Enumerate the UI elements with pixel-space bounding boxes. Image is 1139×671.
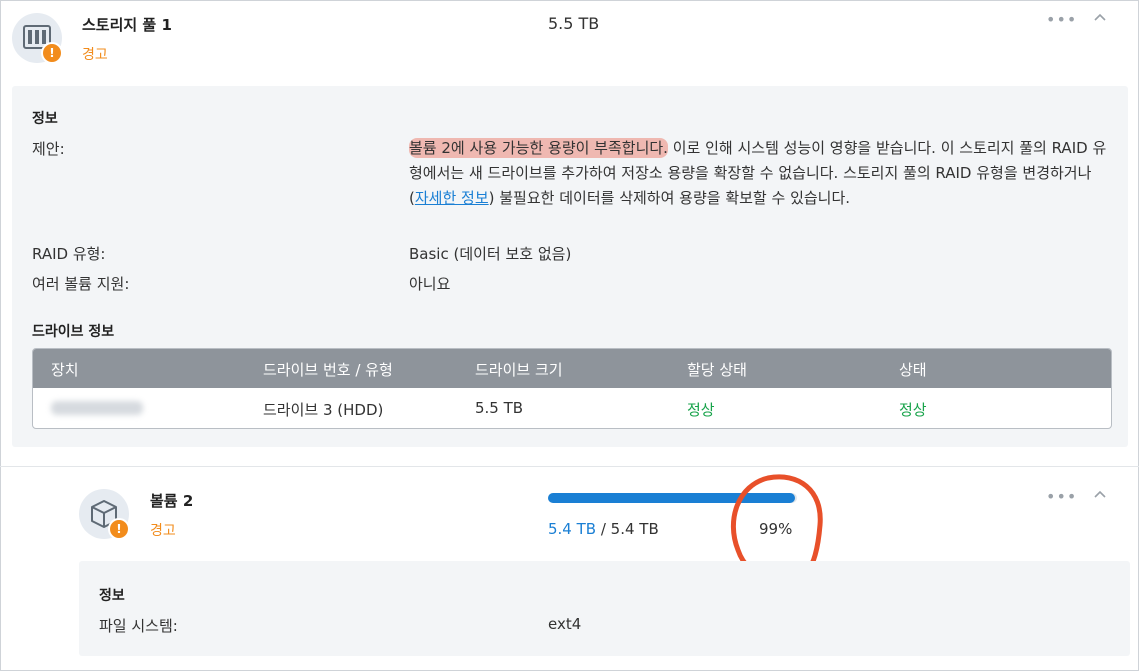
- drive-table-header: 장치 드라이브 번호 / 유형 드라이브 크기 할당 상태 상태: [33, 349, 1111, 388]
- drive-table: 장치 드라이브 번호 / 유형 드라이브 크기 할당 상태 상태 드라이브 3 …: [32, 348, 1112, 429]
- cell-drive-slot: 드라이브 3 (HDD): [263, 401, 384, 419]
- more-info-link[interactable]: 자세한 정보: [415, 189, 489, 207]
- collapse-chevron-up-icon[interactable]: [1093, 487, 1107, 503]
- warning-badge-icon: !: [41, 42, 63, 64]
- file-system-label: 파일 시스템:: [99, 617, 178, 635]
- volume-usage-percent: 99%: [759, 520, 793, 538]
- volume-used: 5.4 TB: [548, 520, 597, 538]
- raid-type-label: RAID 유형:: [32, 245, 106, 263]
- volume-total: 5.4 TB: [610, 520, 659, 538]
- pool-title: 스토리지 풀 1: [82, 16, 172, 34]
- volume-usage-fill: [548, 493, 795, 503]
- multi-volume-label: 여러 볼륨 지원:: [32, 275, 130, 293]
- device-serial-redacted: [51, 401, 143, 415]
- cell-allocation-status: 정상: [687, 401, 715, 419]
- volume-usage-bar: [548, 493, 797, 503]
- col-status[interactable]: 상태: [899, 359, 927, 380]
- drive-info-title: 드라이브 정보: [32, 324, 115, 340]
- suggestion-highlight: 볼륨 2에 사용 가능한 용량이 부족합니다.: [409, 138, 668, 158]
- suggestion-label: 제안:: [32, 140, 65, 158]
- pool-size: 5.5 TB: [548, 14, 600, 33]
- storage-pool-header[interactable]: ! 스토리지 풀 1 경고 5.5 TB •••: [0, 0, 1139, 86]
- more-options-icon[interactable]: •••: [1046, 487, 1077, 506]
- raid-type-value: Basic (데이터 보호 없음): [409, 245, 572, 263]
- capacity-separator: /: [596, 520, 611, 538]
- info-section-title: 정보: [32, 111, 58, 127]
- pool-status: 경고: [82, 47, 108, 63]
- volume-title: 볼륨 2: [150, 492, 194, 510]
- volume-status: 경고: [150, 523, 176, 539]
- more-options-icon[interactable]: •••: [1046, 10, 1077, 29]
- cell-drive-size: 5.5 TB: [475, 399, 524, 417]
- volume-info-panel: [79, 561, 1130, 656]
- col-drive-number-type[interactable]: 드라이브 번호 / 유형: [263, 359, 393, 380]
- suggestion-text: 볼륨 2에 사용 가능한 용량이 부족합니다. 이로 인해 시스템 성능이 영향…: [409, 136, 1111, 211]
- file-system-value: ext4: [548, 615, 582, 633]
- col-drive-size[interactable]: 드라이브 크기: [475, 359, 563, 380]
- volume-capacity: 5.4 TB / 5.4 TB: [548, 520, 659, 538]
- multi-volume-value: 아니요: [409, 275, 451, 293]
- suggestion-text-part2: ) 불필요한 데이터를 삭제하여 용량을 확보할 수 있습니다.: [488, 189, 851, 207]
- cell-status: 정상: [899, 401, 927, 419]
- collapse-chevron-up-icon[interactable]: [1093, 10, 1107, 26]
- volume-info-title: 정보: [99, 588, 125, 604]
- col-device[interactable]: 장치: [51, 359, 79, 380]
- col-allocation-status[interactable]: 할당 상태: [687, 359, 747, 380]
- section-divider: [0, 466, 1139, 467]
- warning-badge-icon: !: [108, 518, 130, 540]
